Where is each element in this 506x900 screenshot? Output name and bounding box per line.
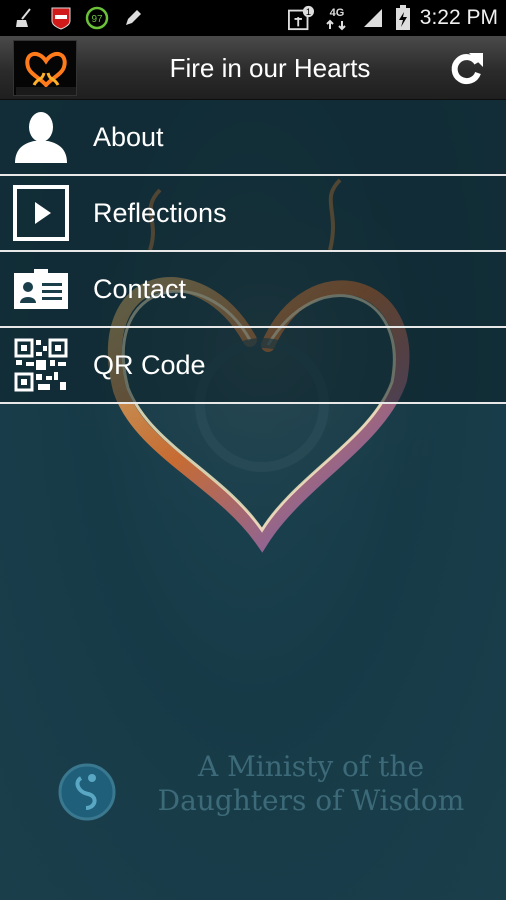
refresh-button[interactable] xyxy=(446,48,486,88)
signal-icon xyxy=(360,6,386,30)
menu-item-label: Reflections xyxy=(93,197,227,228)
status-bar: 97 1 4G 3:22 PM xyxy=(0,0,506,36)
pencil-icon xyxy=(120,6,146,30)
footer-line-2: Daughters of Wisdom xyxy=(157,784,465,817)
hotspot-icon: 1 xyxy=(287,5,314,31)
main-menu: About Reflections Contact QR Code xyxy=(0,100,506,404)
footer-text: A Ministy of the Daughters of Wisdom xyxy=(146,750,476,818)
broom-icon xyxy=(12,6,38,30)
refresh-icon xyxy=(451,53,483,85)
svg-text:1: 1 xyxy=(306,7,311,17)
menu-item-reflections[interactable]: Reflections xyxy=(0,176,506,252)
ministry-logo-icon xyxy=(58,763,116,821)
person-icon xyxy=(12,108,70,166)
menu-item-contact[interactable]: Contact xyxy=(0,252,506,328)
app-screen: 97 1 4G 3:22 PM Fire in our Hearts About… xyxy=(0,0,506,900)
footer-line-1: A Ministy of the xyxy=(197,750,425,783)
app-title: Fire in our Hearts xyxy=(169,52,371,83)
network-4g-icon: 4G xyxy=(322,6,352,31)
qr-code-icon xyxy=(12,336,70,394)
status-clock: 3:22 PM xyxy=(419,6,498,29)
svg-text:97: 97 xyxy=(91,14,103,25)
menu-item-label: QR Code xyxy=(93,349,206,380)
play-icon xyxy=(12,184,70,242)
footer-brand: A Ministy of the Daughters of Wisdom xyxy=(56,750,476,840)
nfl-icon xyxy=(48,6,74,30)
battery-charging-icon xyxy=(394,5,412,30)
menu-item-qr-code[interactable]: QR Code xyxy=(0,328,506,404)
menu-item-label: Contact xyxy=(93,273,187,304)
action-bar: Fire in our Hearts xyxy=(0,36,506,100)
battery-percent-icon: 97 xyxy=(84,6,110,30)
menu-item-about[interactable]: About xyxy=(0,100,506,176)
svg-text:4G: 4G xyxy=(329,7,344,19)
menu-item-label: About xyxy=(93,121,164,152)
contact-card-icon xyxy=(12,260,70,318)
